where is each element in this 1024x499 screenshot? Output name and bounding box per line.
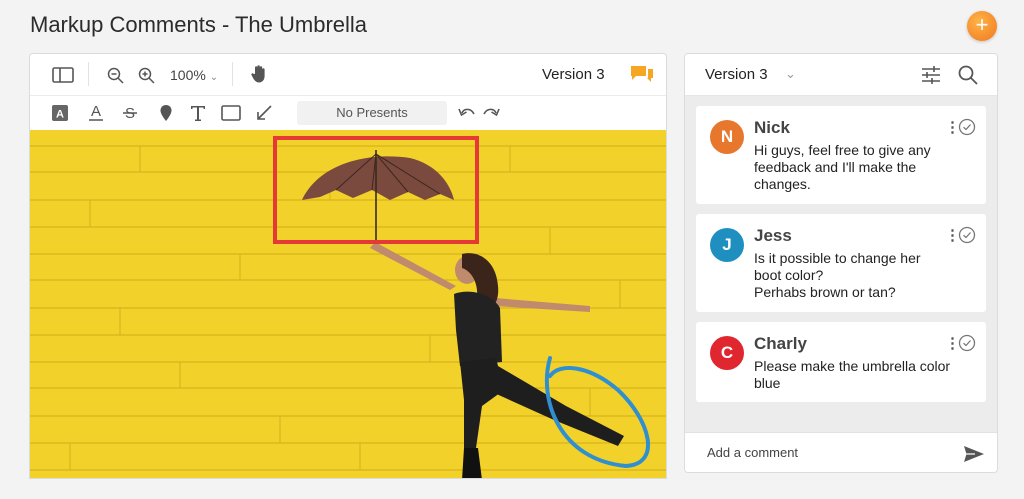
avatar: N [710,120,744,154]
chevron-down-icon: ⌄ [209,72,219,83]
svg-text:A: A [56,109,64,121]
resolve-check-icon[interactable] [958,334,976,352]
sidebar-toggle-icon[interactable] [52,67,74,83]
version-label[interactable]: Version 3 [542,66,605,83]
panel-version-label: Version 3 [705,66,768,83]
comment-text: Hi guys, feel free to give any feedback … [754,142,931,192]
comment-composer [685,432,997,472]
redo-icon[interactable] [482,107,500,119]
comment-text: Please make the umbrella color blue [754,358,951,391]
comment-text: Is it possible to change her boot color?… [754,250,921,300]
chevron-down-icon: ⌄ [785,66,796,81]
undo-icon[interactable] [458,107,476,119]
toolbar-divider [232,62,233,86]
markup-viewer: 100% ⌄ Version 3 A A S [29,53,667,479]
zoom-out-icon[interactable] [107,67,124,84]
arrow-tool-icon[interactable] [256,105,272,121]
comment-input[interactable] [707,445,927,460]
comment-card[interactable]: C Charly Please make the umbrella color … [696,322,986,402]
toolbar-divider [88,62,89,86]
search-icon[interactable] [958,65,978,85]
text-underline-icon[interactable]: A [88,103,104,123]
text-tool-icon[interactable] [190,104,206,122]
text-highlight-icon[interactable]: A [52,105,68,121]
pin-icon[interactable] [159,104,173,122]
zoom-select[interactable]: 100% ⌄ [170,67,218,83]
send-icon[interactable] [963,445,985,463]
comments-panel: Version 3 ⌄ N Nick Hi guys, feel free to… [684,53,998,473]
panel-header: Version 3 ⌄ [685,54,997,96]
zoom-in-icon[interactable] [138,67,155,84]
comment-author: Jess [754,226,792,245]
avatar: C [710,336,744,370]
artwork-image [30,130,666,478]
rectangle-tool-icon[interactable] [221,105,241,121]
comment-card[interactable]: J Jess Is it possible to change her boot… [696,214,986,312]
svg-text:A: A [91,103,101,120]
resolve-check-icon[interactable] [958,226,976,244]
comment-card[interactable]: N Nick Hi guys, feel free to give any fe… [696,106,986,204]
markup-canvas[interactable] [30,130,666,478]
hand-tool-icon[interactable] [250,64,268,84]
preset-select[interactable]: No Presents [297,101,447,125]
resolve-check-icon[interactable] [958,118,976,136]
viewer-toolbar: 100% ⌄ Version 3 [30,54,666,96]
filter-sliders-icon[interactable] [921,66,941,84]
zoom-value: 100% [170,67,206,83]
comments-icon[interactable] [630,64,654,86]
add-button[interactable]: + [967,11,997,41]
comment-author: Charly [754,334,807,353]
markup-toolbar: A A S No Presents [30,96,666,130]
strikethrough-icon[interactable]: S [122,103,138,123]
avatar: J [710,228,744,262]
comment-author: Nick [754,118,790,137]
page-title: Markup Comments - The Umbrella [30,12,368,37]
